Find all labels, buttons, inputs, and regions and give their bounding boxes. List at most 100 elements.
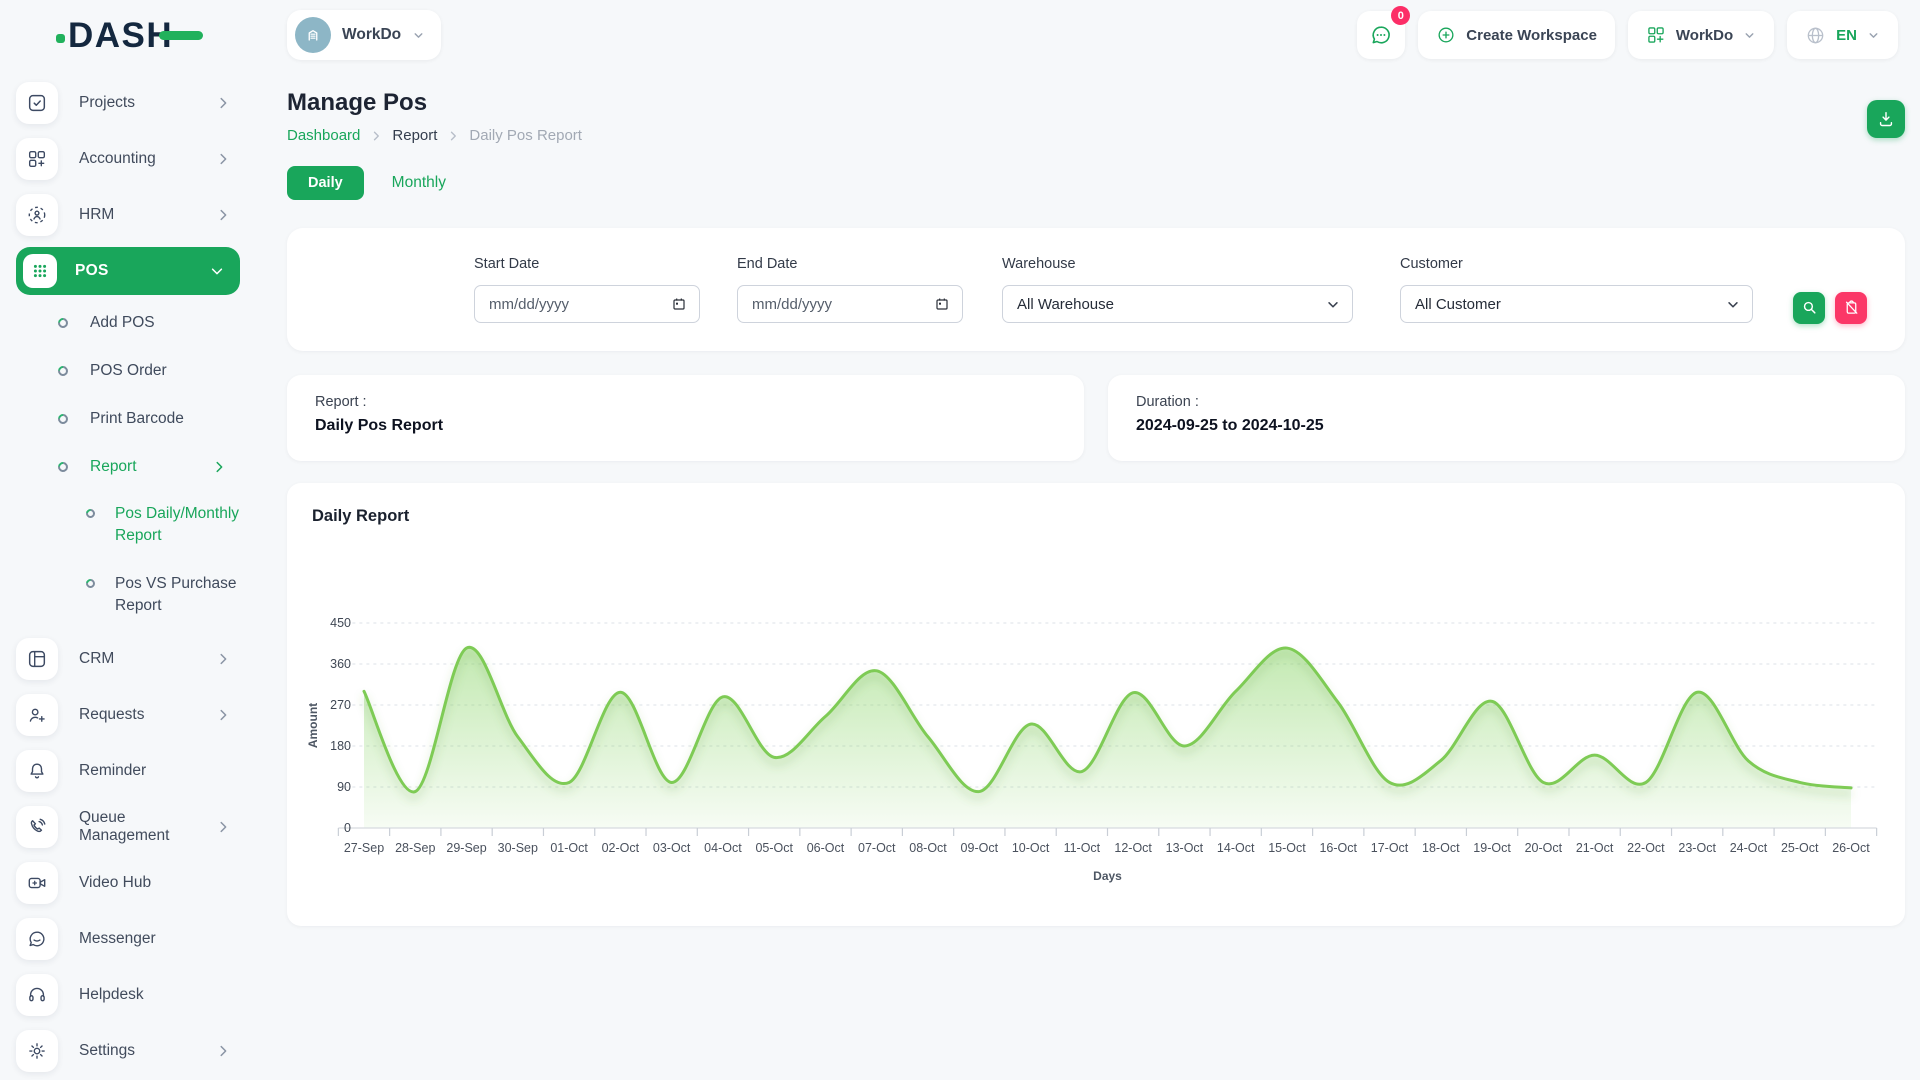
search-button[interactable] [1793,292,1825,324]
svg-text:16-Oct: 16-Oct [1319,841,1357,855]
bullet-icon [84,577,97,590]
svg-text:24-Oct: 24-Oct [1730,841,1768,855]
warehouse-label: Warehouse [1002,256,1353,272]
svg-text:09-Oct: 09-Oct [961,841,999,855]
workspace-avatar [295,17,331,53]
dash-logo[interactable]: DASH [56,18,173,53]
sidebar-item-pos-order[interactable]: POS Order [16,347,260,395]
create-workspace-button[interactable]: Create Workspace [1418,11,1615,59]
sidebar-item-report[interactable]: Report [16,443,260,491]
svg-text:21-Oct: 21-Oct [1576,841,1614,855]
main-content: Manage Pos Dashboard Report Daily Pos Re… [260,88,1920,926]
breadcrumb-current: Daily Pos Report [469,127,582,144]
sidebar-item-reminder[interactable]: Reminder [16,743,260,799]
sidebar-item-pos-vs-purchase-report[interactable]: Pos VS Purchase Report [16,561,260,631]
clipboard-slash-icon [1843,299,1860,316]
sidebar-item-queue-management[interactable]: Queue Management [16,799,260,855]
svg-text:11-Oct: 11-Oct [1064,841,1101,855]
chevron-down-icon [1867,29,1880,42]
bullet-icon [56,460,70,474]
sidebar-item-requests[interactable]: Requests [16,687,260,743]
sidebar-item-add-pos[interactable]: Add POS [16,299,260,347]
sidebar-item-accounting[interactable]: Accounting [16,131,260,187]
svg-text:14-Oct: 14-Oct [1217,841,1255,855]
chevron-right-icon [216,820,230,834]
svg-text:450: 450 [330,616,351,630]
logo-dot [56,34,65,43]
download-button[interactable] [1867,100,1905,138]
chevron-right-icon [447,130,459,142]
video-camera-icon [16,862,58,904]
start-date-field: Start Date mm/dd/yyyy [474,256,700,323]
sidebar-item-settings[interactable]: Settings [16,1023,260,1079]
sidebar-item-projects[interactable]: Projects [16,75,260,131]
sidebar-item-hrm[interactable]: HRM [16,187,260,243]
tab-monthly[interactable]: Monthly [392,174,446,192]
workspace-selector[interactable]: WorkDo [287,10,441,60]
svg-text:01-Oct: 01-Oct [550,841,588,855]
breadcrumb-dashboard-link[interactable]: Dashboard [287,127,360,144]
report-period-tabs: Daily Monthly [287,166,1905,200]
reset-filter-button[interactable] [1835,292,1867,324]
start-date-input[interactable]: mm/dd/yyyy [474,285,700,323]
logo-wrap: DASH [0,18,260,53]
language-selector[interactable]: EN [1787,11,1898,59]
messages-button[interactable]: 0 [1357,11,1405,59]
breadcrumb: Dashboard Report Daily Pos Report [287,127,1905,144]
projects-icon [16,82,58,124]
end-date-input[interactable]: mm/dd/yyyy [737,285,963,323]
sidebar-item-pos-daily-monthly-report[interactable]: Pos Daily/Monthly Report [16,491,260,561]
message-count-badge: 0 [1391,6,1410,25]
grid-plus-icon [1646,25,1666,45]
customer-field: Customer All Customer [1400,256,1753,323]
svg-text:07-Oct: 07-Oct [858,841,896,855]
duration-card: Duration : 2024-09-25 to 2024-10-25 [1108,375,1905,461]
building-icon [303,25,323,45]
report-value: Daily Pos Report [315,417,1056,435]
svg-text:04-Oct: 04-Oct [704,841,742,855]
daily-report-card: Daily Report 09018027036045027-Sep28-Sep… [287,483,1905,926]
calendar-icon [934,296,950,312]
sidebar-item-video-hub[interactable]: Video Hub [16,855,260,911]
svg-text:28-Sep: 28-Sep [395,841,435,855]
sidebar-item-pos[interactable]: POS [16,247,240,295]
end-date-field: End Date mm/dd/yyyy [737,256,963,323]
chevron-right-icon [212,460,226,474]
end-date-label: End Date [737,256,963,272]
topbar-actions: 0 Create Workspace WorkDo [1357,11,1898,59]
report-label: Report : [315,394,1056,410]
svg-text:23-Oct: 23-Oct [1678,841,1716,855]
bullet-icon [56,316,70,330]
daily-report-area-chart: 09018027036045027-Sep28-Sep29-Sep30-Sep0… [287,533,1906,925]
language-label: EN [1836,27,1857,44]
customer-select[interactable]: All Customer [1400,285,1753,323]
bullet-icon [56,364,70,378]
filter-buttons [1793,292,1867,324]
chat-bubble-icon [1369,23,1393,47]
svg-text:08-Oct: 08-Oct [909,841,947,855]
sidebar-item-messenger[interactable]: Messenger [16,911,260,967]
svg-text:06-Oct: 06-Oct [807,841,845,855]
svg-text:180: 180 [330,739,351,753]
svg-text:05-Oct: 05-Oct [755,841,793,855]
chevron-right-icon [216,96,230,110]
chevron-right-icon [216,652,230,666]
breadcrumb-report-link[interactable]: Report [392,127,437,144]
svg-text:90: 90 [337,780,351,794]
svg-text:270: 270 [330,698,351,712]
tab-daily[interactable]: Daily [287,166,364,200]
warehouse-select[interactable]: All Warehouse [1002,285,1353,323]
bullet-icon [84,507,97,520]
download-icon [1876,109,1896,129]
workspace-menu-label: WorkDo [1676,27,1733,44]
sidebar-item-print-barcode[interactable]: Print Barcode [16,395,260,443]
chevron-right-icon [216,708,230,722]
filter-card: Start Date mm/dd/yyyy End Date mm/dd/yyy… [287,228,1905,351]
messenger-icon [16,918,58,960]
customer-label: Customer [1400,256,1753,272]
svg-text:360: 360 [330,657,351,671]
phone-call-icon [16,806,58,848]
sidebar-item-crm[interactable]: CRM [16,631,260,687]
workspace-menu-button[interactable]: WorkDo [1628,11,1774,59]
sidebar-item-helpdesk[interactable]: Helpdesk [16,967,260,1023]
